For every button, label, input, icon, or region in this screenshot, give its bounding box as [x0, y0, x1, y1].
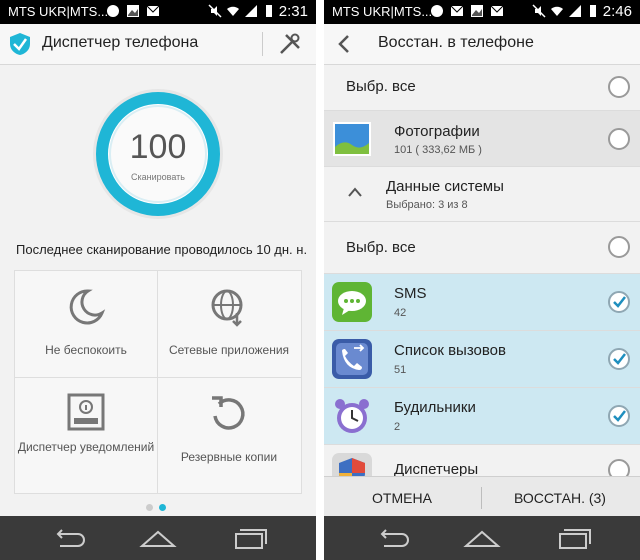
app-header: Восстан. в телефоне	[324, 24, 640, 65]
system-data-row[interactable]: Данные системы Выбрано: 3 из 8	[324, 167, 640, 222]
tile-label: Не беспокоить	[45, 343, 127, 357]
mute-icon	[532, 4, 546, 18]
phone-manager-screen: MTS UKR|MTS... 2:31 Диспетчер телефона 1…	[0, 0, 316, 560]
backup-icon	[212, 396, 245, 430]
backup-tile[interactable]: Резервные копии	[158, 378, 300, 484]
list-item-title: Будильники	[394, 399, 476, 416]
signal-icon	[245, 5, 257, 17]
photos-title: Фотографии	[394, 123, 480, 140]
alarms-row[interactable]: Будильники 2	[324, 388, 640, 445]
wifi-icon	[551, 6, 563, 16]
call-log-icon	[332, 339, 372, 379]
page-indicator	[146, 498, 172, 516]
chat-notification-icon	[107, 5, 119, 17]
select-all-checkbox[interactable]	[608, 76, 630, 98]
photos-size: 101 ( 333,62 МБ )	[394, 144, 482, 156]
signal-icon	[569, 5, 581, 17]
alarm-clock-icon	[335, 399, 369, 433]
mute-icon	[208, 4, 222, 18]
page-title: Диспетчер телефона	[42, 34, 199, 51]
checkmark-icon[interactable]	[608, 348, 630, 370]
status-bar: MTS UKR|MTS... 2:46	[324, 0, 640, 24]
action-bar: ОТМЕНА ВОССТАН. (3)	[324, 476, 640, 519]
mail-notification-icon	[490, 5, 504, 16]
select-all-row[interactable]: Выбр. все	[324, 222, 640, 274]
sms-icon	[332, 282, 372, 322]
clock: 2:31	[278, 3, 308, 20]
globe-icon	[211, 289, 243, 327]
image-notification-icon	[127, 5, 139, 17]
tile-label: Сетевые приложения	[168, 343, 290, 357]
status-bar: MTS UKR|MTS... 2:31	[0, 0, 316, 24]
notification-manager-tile[interactable]: Диспетчер уведомлений	[15, 378, 157, 484]
sms-row[interactable]: SMS 42	[324, 274, 640, 331]
restore-button[interactable]: ВОССТАН. (3)	[482, 477, 638, 519]
list-item-count: 51	[394, 364, 407, 376]
moon-icon	[69, 289, 106, 325]
clock: 2:46	[602, 3, 632, 20]
home-icon[interactable]	[138, 526, 178, 550]
tools-icon[interactable]	[278, 32, 302, 56]
mail-notification-icon	[450, 5, 464, 16]
wifi-icon	[227, 6, 239, 16]
navigation-bar	[324, 516, 640, 560]
photo-icon	[333, 122, 371, 156]
home-icon[interactable]	[462, 526, 502, 550]
shield-logo-icon	[10, 33, 30, 55]
system-data-title: Данные системы	[386, 178, 504, 195]
network-apps-tile[interactable]: Сетевые приложения	[158, 271, 300, 377]
select-all-checkbox[interactable]	[608, 236, 630, 258]
tile-label: Диспетчер уведомлений	[17, 440, 155, 454]
photos-checkbox[interactable]	[608, 128, 630, 150]
health-score: 100	[129, 128, 187, 166]
back-icon[interactable]	[372, 526, 412, 550]
photos-row[interactable]: Фотографии 101 ( 333,62 МБ )	[324, 111, 640, 167]
image-notification-icon	[471, 5, 483, 17]
select-all-label: Выбр. все	[346, 78, 416, 95]
back-icon[interactable]	[48, 526, 88, 550]
tile-label: Резервные копии	[180, 450, 278, 464]
scan-button[interactable]: 100 Сканировать	[90, 86, 226, 222]
header-divider	[262, 32, 263, 56]
select-all-row[interactable]: Выбр. все	[324, 65, 640, 111]
list-item-count: 2	[394, 421, 401, 433]
recent-apps-icon[interactable]	[552, 526, 592, 550]
select-all-label: Выбр. все	[346, 239, 416, 256]
checkmark-icon[interactable]	[608, 291, 630, 313]
page-title: Восстан. в телефоне	[378, 34, 534, 51]
back-arrow-icon[interactable]	[336, 34, 352, 54]
recent-apps-icon[interactable]	[228, 526, 268, 550]
battery-icon	[266, 5, 272, 17]
app-header: Диспетчер телефона	[0, 24, 316, 65]
page-dot-active[interactable]	[159, 504, 166, 511]
mail-notification-icon	[146, 5, 160, 16]
page-dot[interactable]	[146, 504, 153, 511]
battery-icon	[590, 5, 596, 17]
list-item-title: SMS	[394, 285, 427, 302]
list-item-count: 42	[394, 307, 407, 319]
do-not-disturb-tile[interactable]: Не беспокоить	[15, 271, 157, 377]
list-item-title: Список вызовов	[394, 342, 506, 359]
call-log-row[interactable]: Список вызовов 51	[324, 331, 640, 388]
notification-icon	[67, 393, 105, 431]
chat-notification-icon	[431, 5, 443, 17]
chevron-up-icon[interactable]	[348, 187, 362, 197]
navigation-bar	[0, 516, 316, 560]
cancel-button[interactable]: ОТМЕНА	[324, 477, 480, 519]
restore-screen: MTS UKR|MTS... 2:46 Восстан. в телефоне …	[324, 0, 640, 560]
scan-label: Сканировать	[131, 172, 185, 182]
carrier-label: MTS UKR|MTS...	[332, 4, 433, 19]
last-scan-text: Последнее сканирование проводилось 10 дн…	[16, 242, 306, 257]
checkmark-icon[interactable]	[608, 405, 630, 427]
carrier-label: MTS UKR|MTS...	[8, 4, 109, 19]
system-data-count: Выбрано: 3 из 8	[386, 199, 468, 211]
tools-grid: Не беспокоить Сетевые приложения Диспетч…	[14, 270, 302, 494]
